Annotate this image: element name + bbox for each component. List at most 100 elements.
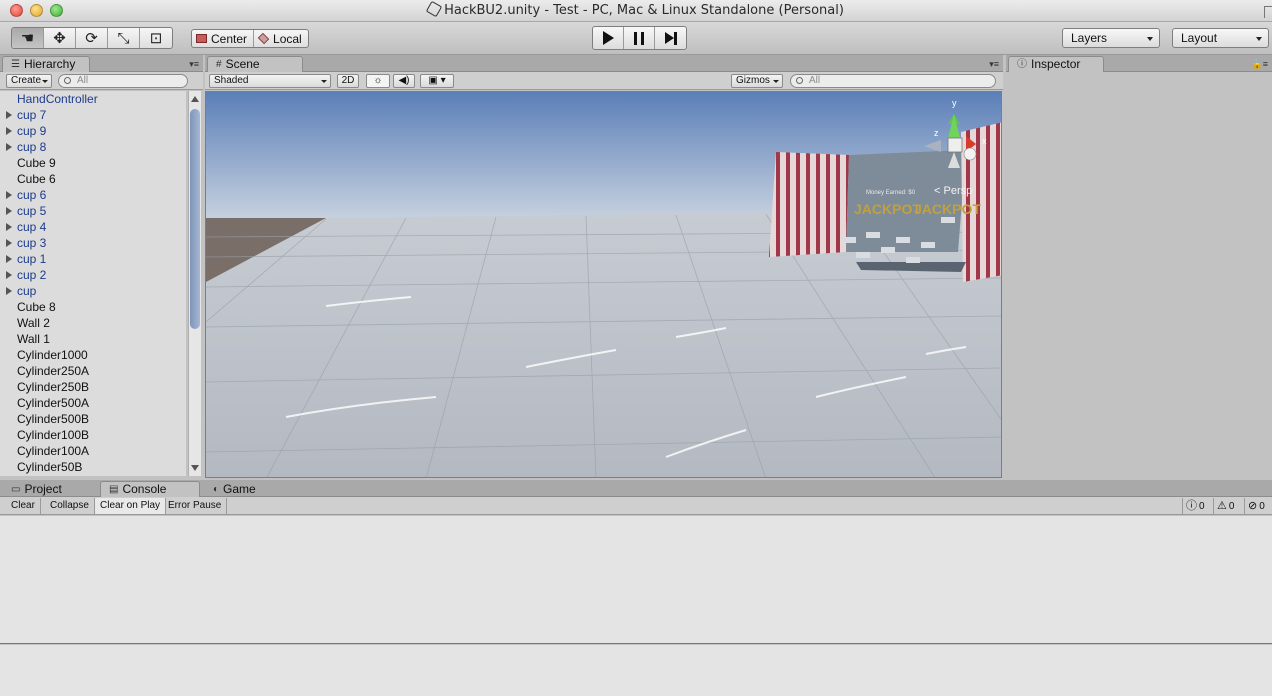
console-warning-count[interactable]: ⚠ 0 xyxy=(1213,498,1234,514)
mode-2d-toggle[interactable]: 2D xyxy=(337,74,359,88)
hierarchy-item[interactable]: Cylinder100A xyxy=(0,443,186,459)
mode-2d-label: 2D xyxy=(341,75,355,86)
scene-effects-dropdown[interactable]: ▣ ▾ xyxy=(420,74,454,88)
hierarchy-item[interactable]: cup 9 xyxy=(0,123,186,139)
layers-dropdown[interactable]: Layers xyxy=(1062,28,1160,48)
sun-icon: ☼ xyxy=(373,75,383,86)
move-tool-button[interactable]: ✥ xyxy=(44,28,76,48)
hierarchy-item[interactable]: cup 5 xyxy=(0,203,186,219)
hierarchy-item[interactable]: Cylinder250A xyxy=(0,363,186,379)
tab-hierarchy[interactable]: ☰ Hierarchy xyxy=(2,56,90,72)
expand-arrow-icon[interactable] xyxy=(6,271,12,279)
hierarchy-item-label: Wall 1 xyxy=(17,332,50,346)
console-log-list[interactable] xyxy=(0,516,1272,644)
rect-tool-button[interactable]: ⊡ xyxy=(140,28,172,48)
panel-menu-icon[interactable]: ▾≡ xyxy=(189,59,199,70)
hierarchy-item[interactable]: Cylinder100B xyxy=(0,427,186,443)
hierarchy-item[interactable]: Cylinder1000 xyxy=(0,347,186,363)
console-clear-button[interactable]: Clear xyxy=(6,498,41,514)
console-clear-on-play-button[interactable]: Clear on Play xyxy=(95,498,167,514)
hierarchy-search-input[interactable]: All xyxy=(58,74,188,88)
hierarchy-item[interactable]: cup 7 xyxy=(0,107,186,123)
gizmo-x-label: x xyxy=(982,136,987,146)
expand-arrow-icon[interactable] xyxy=(6,287,12,295)
console-detail-area[interactable] xyxy=(0,645,1272,696)
scroll-down-icon[interactable] xyxy=(191,465,199,471)
step-button[interactable] xyxy=(655,27,686,49)
scene-search-input[interactable]: All xyxy=(790,74,996,88)
hierarchy-item[interactable]: Wall 1 xyxy=(0,331,186,347)
error-count-value: 0 xyxy=(1259,500,1265,512)
expand-arrow-icon[interactable] xyxy=(6,223,12,231)
unity-editor-window: HackBU2.unity - Test - PC, Mac & Linux S… xyxy=(0,0,1272,696)
hierarchy-item[interactable]: Cylinder250B xyxy=(0,379,186,395)
tab-project[interactable]: ▭ Project xyxy=(2,481,94,497)
hierarchy-item-label: cup 8 xyxy=(17,140,47,154)
console-error-count[interactable]: ⊘ 0 xyxy=(1244,498,1265,514)
expand-arrow-icon[interactable] xyxy=(6,255,12,263)
hierarchy-item[interactable]: cup 2 xyxy=(0,267,186,283)
console-collapse-button[interactable]: Collapse xyxy=(45,498,95,514)
layout-dropdown[interactable]: Layout xyxy=(1172,28,1269,48)
speaker-icon: ◀) xyxy=(398,75,410,86)
hierarchy-item-label: Cube 9 xyxy=(17,156,56,170)
expand-arrow-icon[interactable] xyxy=(6,111,12,119)
tab-inspector[interactable]: ⓘ Inspector xyxy=(1008,56,1104,72)
tab-hierarchy-label: Hierarchy xyxy=(23,57,76,71)
pivot-local-label: Local xyxy=(273,31,302,46)
console-collapse-label: Collapse xyxy=(50,500,89,511)
window-resize-icon xyxy=(1264,6,1272,18)
expand-arrow-icon[interactable] xyxy=(6,207,12,215)
hierarchy-item[interactable]: Cylinder500A xyxy=(0,395,186,411)
tab-console[interactable]: ▤ Console xyxy=(100,481,200,497)
tab-game[interactable]: ◐ Game xyxy=(204,481,284,497)
expand-arrow-icon[interactable] xyxy=(6,239,12,247)
scene-lighting-toggle[interactable]: ☼ xyxy=(366,74,390,88)
hand-tool-button[interactable]: ☚ xyxy=(12,28,44,48)
pivot-center-toggle[interactable]: Center xyxy=(192,30,255,47)
hierarchy-item[interactable]: Cube 8 xyxy=(0,299,186,315)
shading-mode-dropdown[interactable]: Shaded xyxy=(209,74,331,88)
hierarchy-item-label: cup 5 xyxy=(17,204,47,218)
hierarchy-item[interactable]: cup 6 xyxy=(0,187,186,203)
hierarchy-item[interactable]: Cube 6 xyxy=(0,171,186,187)
hierarchy-item[interactable]: cup 1 xyxy=(0,251,186,267)
scroll-up-icon[interactable] xyxy=(191,96,199,102)
hierarchy-item[interactable]: Cylinder500B xyxy=(0,411,186,427)
folder-icon: ▭ xyxy=(11,484,21,495)
perspective-toggle[interactable]: < Persp xyxy=(934,185,972,197)
console-error-pause-button[interactable]: Error Pause xyxy=(163,498,228,514)
lock-icon[interactable]: 🔒≡ xyxy=(1252,59,1268,70)
transform-tools: ☚ ✥ ⟳ ⤡ ⊡ xyxy=(11,27,173,49)
hierarchy-item[interactable]: cup 3 xyxy=(0,235,186,251)
gizmos-dropdown[interactable]: Gizmos xyxy=(731,74,783,88)
expand-arrow-icon[interactable] xyxy=(6,127,12,135)
scene-audio-toggle[interactable]: ◀) xyxy=(393,74,415,88)
pivot-local-toggle[interactable]: Local xyxy=(254,30,308,47)
scale-tool-button[interactable]: ⤡ xyxy=(108,28,140,48)
hierarchy-scrollbar[interactable] xyxy=(188,91,201,476)
expand-arrow-icon[interactable] xyxy=(6,191,12,199)
create-dropdown[interactable]: Create xyxy=(6,74,52,88)
hierarchy-item[interactable]: Wall 2 xyxy=(0,315,186,331)
scrollbar-thumb[interactable] xyxy=(190,109,200,329)
scene-viewport[interactable]: Money Earned: $0 JACKPOT JACKPOT y x z <… xyxy=(205,91,1002,478)
play-button[interactable] xyxy=(593,27,624,49)
hierarchy-panel: ☰ Hierarchy ▾≡ Create All HandController… xyxy=(0,55,203,478)
console-info-count[interactable]: ⓘ 0 xyxy=(1182,498,1205,514)
hierarchy-tabbar: ☰ Hierarchy ▾≡ xyxy=(0,55,203,72)
hierarchy-list[interactable]: HandController cup 7 cup 9 cup 8 Cube 9 Cube … xyxy=(0,91,186,476)
expand-arrow-icon[interactable] xyxy=(6,143,12,151)
pause-button[interactable] xyxy=(624,27,655,49)
hierarchy-item[interactable]: cup 8 xyxy=(0,139,186,155)
panel-menu-icon[interactable]: ▾≡ xyxy=(989,59,999,70)
tab-scene[interactable]: # Scene xyxy=(207,56,303,72)
pause-icon xyxy=(634,31,644,45)
hierarchy-item[interactable]: cup xyxy=(0,283,186,299)
rotate-tool-button[interactable]: ⟳ xyxy=(76,28,108,48)
hierarchy-item[interactable]: Cube 9 xyxy=(0,155,186,171)
hierarchy-item[interactable]: HandController xyxy=(0,91,186,107)
window-title: HackBU2.unity - Test - PC, Mac & Linux S… xyxy=(444,3,844,18)
hierarchy-item[interactable]: cup 4 xyxy=(0,219,186,235)
hierarchy-item[interactable]: Cylinder50B xyxy=(0,459,186,475)
